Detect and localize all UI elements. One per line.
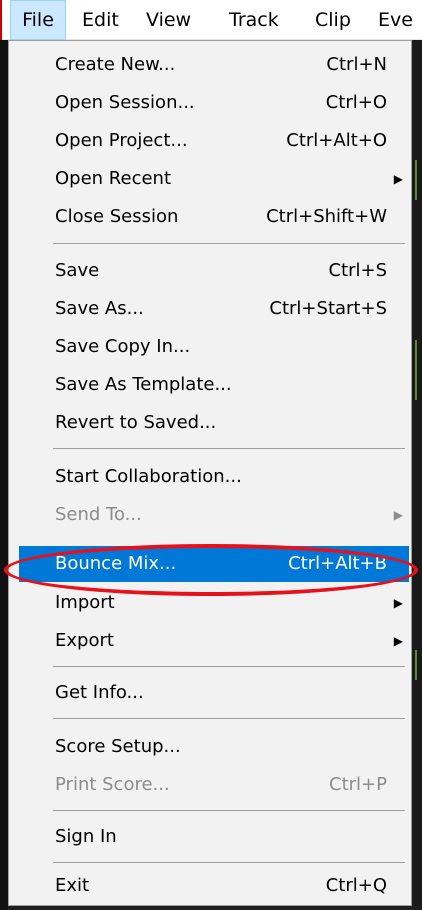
menu-item-label: Sign In	[55, 826, 117, 847]
menu-item-label: Export	[55, 630, 114, 651]
menu-item-label: Save As...	[55, 298, 144, 319]
menu-item-label: Open Recent	[55, 168, 172, 189]
menu-item-open-project[interactable]: Open Project... Ctrl+Alt+O	[19, 123, 409, 159]
menu-item-export[interactable]: Export ▶	[19, 623, 409, 659]
menu-item-label: Save As Template...	[55, 374, 232, 395]
menu-clip[interactable]: Clip	[315, 0, 351, 40]
menu-item-score-setup[interactable]: Score Setup...	[19, 729, 409, 765]
menu-separator	[53, 243, 405, 244]
menu-item-save[interactable]: Save Ctrl+S	[19, 253, 409, 289]
menu-view[interactable]: View	[146, 0, 191, 40]
menu-item-open-session[interactable]: Open Session... Ctrl+O	[19, 85, 409, 121]
menu-item-label: Exit	[55, 875, 90, 896]
menu-item-label: Print Score...	[55, 774, 170, 795]
menu-item-label: Close Session	[55, 206, 179, 227]
menu-file[interactable]: File	[10, 0, 66, 40]
menu-separator	[53, 718, 405, 719]
background-app-area	[0, 40, 8, 910]
menu-separator	[53, 810, 405, 811]
menu-event[interactable]: Eve	[378, 0, 413, 40]
menu-item-get-info[interactable]: Get Info...	[19, 675, 409, 711]
menu-item-open-recent[interactable]: Open Recent ▶	[19, 161, 409, 197]
submenu-arrow-icon: ▶	[393, 596, 403, 610]
menu-item-sign-in[interactable]: Sign In	[19, 819, 409, 855]
menu-separator	[53, 448, 405, 449]
menu-item-print-score[interactable]: Print Score... Ctrl+P	[19, 767, 409, 803]
menu-item-shortcut: Ctrl+Q	[325, 875, 387, 896]
menu-edit[interactable]: Edit	[82, 0, 119, 40]
menu-item-label: Start Collaboration...	[55, 466, 242, 487]
menu-item-shortcut: Ctrl+Shift+W	[266, 206, 387, 227]
menu-track[interactable]: Track	[229, 0, 279, 40]
menu-item-label: Create New...	[55, 54, 176, 75]
menu-item-send-to[interactable]: Send To... ▶	[19, 497, 409, 533]
menu-item-import[interactable]: Import ▶	[19, 585, 409, 621]
submenu-arrow-icon: ▶	[393, 172, 403, 186]
menu-bar: File Edit View Track Clip Eve	[0, 0, 422, 40]
menu-item-label: Open Project...	[55, 130, 188, 151]
background-app-area	[412, 40, 422, 910]
menu-item-shortcut: Ctrl+P	[329, 774, 387, 795]
menu-item-shortcut: Ctrl+O	[325, 92, 387, 113]
menu-item-save-copy-in[interactable]: Save Copy In...	[19, 329, 409, 365]
menu-item-label: Save Copy In...	[55, 336, 191, 357]
menu-item-label: Send To...	[55, 504, 142, 525]
menu-item-bounce-mix[interactable]: Bounce Mix... Ctrl+Alt+B	[19, 546, 409, 582]
menu-separator	[53, 666, 405, 667]
menu-item-label: Save	[55, 260, 100, 281]
menu-item-exit[interactable]: Exit Ctrl+Q	[19, 868, 409, 904]
menu-item-revert-to-saved[interactable]: Revert to Saved...	[19, 405, 409, 441]
window-edge	[0, 0, 2, 40]
menu-item-close-session[interactable]: Close Session Ctrl+Shift+W	[19, 199, 409, 235]
menu-item-shortcut: Ctrl+Alt+O	[286, 130, 387, 151]
menu-separator	[53, 862, 405, 863]
file-menu-dropdown: Create New... Ctrl+N Open Session... Ctr…	[8, 40, 412, 906]
menu-item-label: Open Session...	[55, 92, 195, 113]
menu-item-save-as-template[interactable]: Save As Template...	[19, 367, 409, 403]
menu-item-shortcut: Ctrl+Start+S	[269, 298, 387, 319]
menu-item-label: Bounce Mix...	[55, 553, 177, 574]
menu-item-label: Import	[55, 592, 115, 613]
menu-item-shortcut: Ctrl+S	[328, 260, 387, 281]
menu-shadow	[8, 906, 422, 910]
menu-item-shortcut: Ctrl+N	[326, 54, 387, 75]
submenu-arrow-icon: ▶	[393, 508, 403, 522]
menu-item-save-as[interactable]: Save As... Ctrl+Start+S	[19, 291, 409, 327]
menu-item-shortcut: Ctrl+Alt+B	[288, 553, 387, 574]
menu-item-label: Get Info...	[55, 682, 144, 703]
menu-item-label: Revert to Saved...	[55, 412, 217, 433]
menu-item-start-collaboration[interactable]: Start Collaboration...	[19, 459, 409, 495]
submenu-arrow-icon: ▶	[393, 634, 403, 648]
menu-item-label: Score Setup...	[55, 736, 181, 757]
menu-item-create-new[interactable]: Create New... Ctrl+N	[19, 47, 409, 83]
